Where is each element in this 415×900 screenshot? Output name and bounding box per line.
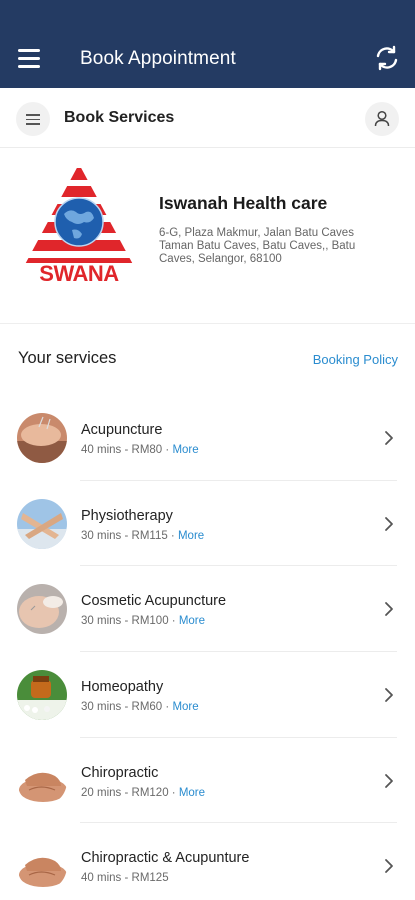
service-thumbnail xyxy=(17,584,67,635)
app-header: Book Appointment xyxy=(0,0,415,88)
more-separator: · xyxy=(162,701,173,714)
more-separator: · xyxy=(168,615,179,628)
service-duration: 30 mins xyxy=(81,701,122,714)
section-title: Book Services xyxy=(64,109,175,126)
service-duration: 30 mins xyxy=(81,615,122,628)
more-link[interactable]: More xyxy=(179,615,205,627)
chevron-right-icon xyxy=(385,602,393,617)
more-link[interactable]: More xyxy=(172,701,198,713)
logo-text: SWANA xyxy=(39,261,119,286)
service-meta: 30 mins - RM60 · More xyxy=(81,701,199,713)
more-separator: · xyxy=(167,529,178,542)
more-link[interactable]: More xyxy=(179,787,205,799)
more-link[interactable]: More xyxy=(172,444,198,456)
service-price: RM120 xyxy=(131,786,169,799)
service-item[interactable]: Homeopathy 30 mins - RM60 · More xyxy=(0,652,415,738)
business-address: 6-G, Plaza Makmur, Jalan Batu Caves Tama… xyxy=(159,227,356,265)
service-name: Physiotherapy xyxy=(81,507,173,524)
more-link[interactable]: More xyxy=(178,530,204,542)
service-thumbnail xyxy=(17,670,67,721)
service-name: Chiropractic xyxy=(81,764,159,781)
service-thumbnail xyxy=(17,498,67,549)
service-duration: 40 mins xyxy=(81,872,122,885)
service-meta: 40 mins - RM125 xyxy=(81,872,169,884)
service-duration: 20 mins xyxy=(81,786,122,799)
service-meta: 40 mins - RM80 · More xyxy=(81,444,199,456)
service-duration: 40 mins xyxy=(81,444,122,456)
service-thumbnail xyxy=(17,755,67,806)
service-price: RM125 xyxy=(131,872,169,885)
chevron-right-icon xyxy=(385,431,393,445)
chevron-right-icon xyxy=(385,516,393,531)
chevron-right-icon xyxy=(385,859,393,874)
service-price: RM115 xyxy=(131,529,168,542)
service-meta: 30 mins - RM100 · More xyxy=(81,615,205,627)
service-duration: 30 mins xyxy=(81,529,122,542)
subheader: Book Services xyxy=(0,88,415,148)
meta-separator: - xyxy=(121,701,132,714)
page-title: Book Appointment xyxy=(80,48,236,69)
service-item[interactable]: Chiropractic & Acupunture 40 mins - RM125 xyxy=(0,823,415,900)
user-icon[interactable] xyxy=(365,102,399,136)
meta-separator: - xyxy=(121,615,132,628)
business-logo: SWANA xyxy=(22,164,136,286)
refresh-icon[interactable] xyxy=(373,44,401,72)
chevron-right-icon xyxy=(385,688,393,702)
meta-separator: - xyxy=(121,786,132,799)
service-name: Homeopathy xyxy=(81,679,164,696)
service-item[interactable]: Physiotherapy 30 mins - RM115 · More xyxy=(0,481,415,567)
business-info: SWANA Iswanah Health care 6-G, Plaza Mak… xyxy=(0,149,415,324)
service-item[interactable]: Acupuncture 40 mins - RM80 · More xyxy=(0,395,415,481)
service-thumbnail xyxy=(17,841,67,892)
services-list: Acupuncture 40 mins - RM80 · More Physioth… xyxy=(0,395,415,900)
meta-separator: - xyxy=(121,444,132,456)
service-meta: 30 mins - RM115 · More xyxy=(81,530,204,542)
service-price: RM60 xyxy=(131,701,163,714)
menu-icon[interactable] xyxy=(16,46,44,70)
service-item[interactable]: Cosmetic Acupuncture 30 mins - RM100 · Mo… xyxy=(0,566,415,653)
service-thumbnail xyxy=(17,413,67,463)
booking-policy-link[interactable]: Booking Policy xyxy=(313,352,398,367)
more-separator: · xyxy=(162,444,173,456)
service-name: Chiropractic & Acupunture xyxy=(81,850,250,867)
service-price: RM80 xyxy=(131,444,163,456)
more-separator: · xyxy=(168,786,179,799)
business-name: Iswanah Health care xyxy=(159,193,328,213)
service-price: RM100 xyxy=(131,615,169,628)
meta-separator: - xyxy=(121,872,132,885)
service-meta: 20 mins - RM120 · More xyxy=(81,787,205,799)
services-header: Your services Booking Policy xyxy=(0,324,415,394)
service-item[interactable]: Chiropractic 20 mins - RM120 · More xyxy=(0,738,415,824)
chevron-right-icon xyxy=(385,773,393,788)
list-icon[interactable] xyxy=(16,102,50,136)
service-name: Cosmetic Acupuncture xyxy=(81,593,227,610)
services-title: Your services xyxy=(18,349,117,367)
service-name: Acupuncture xyxy=(81,422,163,438)
meta-separator: - xyxy=(121,529,132,542)
